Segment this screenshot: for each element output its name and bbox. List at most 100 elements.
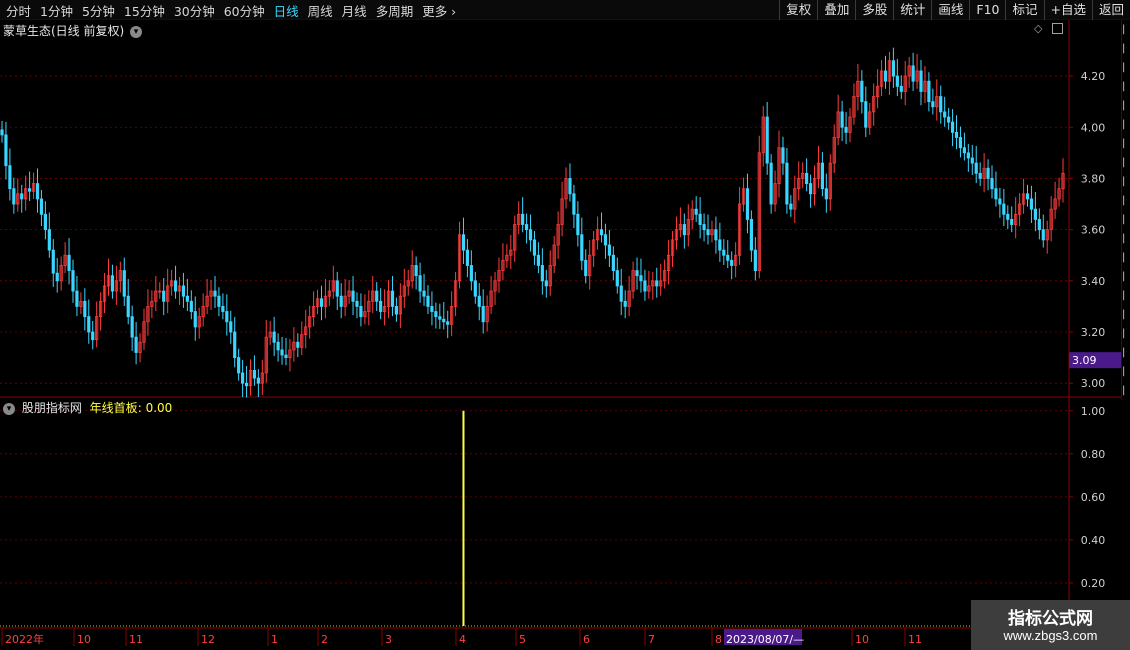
candle-body	[844, 126, 848, 133]
indicator-name: 年线首板	[89, 401, 138, 415]
current-price-label: 3.09	[1072, 354, 1097, 367]
candle-body	[28, 188, 32, 192]
candle-body	[966, 152, 970, 159]
candle-body	[20, 193, 24, 200]
period-tab-7[interactable]: 周线	[308, 1, 333, 20]
side-strip-glyph: |	[1122, 119, 1126, 130]
indicator-tick-label: 0.40	[1081, 534, 1106, 547]
candle-body	[12, 188, 16, 205]
period-tab-1[interactable]: 1分钟	[40, 1, 73, 20]
chevron-down-icon[interactable]: ▾	[3, 402, 15, 415]
candle-body	[233, 331, 237, 359]
side-strip-glyph: |	[1122, 24, 1126, 35]
candle-body	[351, 290, 355, 302]
candle-body	[962, 147, 966, 154]
candle-body	[422, 290, 426, 297]
candle-body	[442, 318, 446, 323]
candle-body	[1033, 208, 1037, 220]
candle-body	[986, 167, 990, 179]
candle-body	[891, 60, 895, 77]
side-info-strip: | | | | | | | | | | | | | | | | | | | |	[1121, 20, 1130, 400]
period-tab-6[interactable]: 日线	[274, 1, 299, 20]
candle-body	[765, 116, 769, 164]
candle-body	[521, 213, 525, 225]
candle-body	[970, 157, 974, 164]
candle-body	[130, 316, 134, 338]
chevron-down-icon[interactable]: ▾	[130, 25, 143, 38]
period-tab-5[interactable]: 60分钟	[224, 1, 265, 20]
candle-body	[698, 213, 702, 225]
candle-body	[473, 280, 477, 297]
period-tab-2[interactable]: 5分钟	[82, 1, 115, 20]
period-tab-8[interactable]: 月线	[342, 1, 367, 20]
tool-button-7[interactable]: +自选	[1043, 0, 1092, 20]
period-tab-0[interactable]: 分时	[6, 1, 31, 20]
tool-button-8[interactable]: 返回	[1091, 0, 1130, 20]
candle-body	[126, 295, 130, 318]
diamond-icon[interactable]: ◇	[1034, 22, 1042, 35]
candle-body	[623, 300, 627, 307]
candle-body	[434, 311, 438, 318]
period-tab-10[interactable]: 更多 ›	[422, 1, 456, 20]
stock-chart[interactable]: 4.20 4.00 3.80 3.60 3.40 3.20 3.00 3.09 1.00 0.80…	[0, 20, 1130, 650]
candle-body	[355, 300, 359, 307]
candle-body	[655, 280, 659, 287]
candle-body	[576, 213, 580, 236]
candle-body	[927, 80, 931, 103]
candle-body	[465, 249, 470, 266]
candle-body	[958, 137, 963, 149]
candle-body	[584, 259, 588, 277]
tool-button-3[interactable]: 统计	[893, 0, 931, 20]
time-tick-label: 11	[908, 633, 922, 646]
tool-button-1[interactable]: 叠加	[817, 0, 855, 20]
period-tab-3[interactable]: 15分钟	[124, 1, 165, 20]
candle-body	[71, 270, 75, 292]
candle-body	[217, 295, 221, 307]
candle-body	[414, 265, 418, 277]
candle-body	[446, 321, 450, 325]
time-tick-label: 8	[715, 633, 722, 646]
period-tabs: 分时 1分钟 5分钟 15分钟 30分钟 60分钟 日线 周线 月线 多周期 更多 ›	[0, 0, 459, 20]
candle-body	[528, 229, 533, 241]
window-toggle-icon[interactable]	[1051, 22, 1063, 34]
candle-body	[718, 239, 722, 251]
time-tick-label: 5	[519, 633, 526, 646]
candle-body	[694, 208, 698, 215]
candle-body	[753, 249, 757, 271]
candle-body	[899, 85, 903, 92]
tool-button-6[interactable]: 标记	[1005, 0, 1043, 20]
candle-body	[639, 275, 643, 282]
candle-body	[840, 111, 844, 128]
stock-title: 蒙草生态(日线 前复权)	[3, 24, 125, 38]
tool-button-2[interactable]: 多股	[855, 0, 893, 20]
price-tick-label: 3.80	[1081, 172, 1106, 185]
candle-body	[284, 354, 288, 359]
candle-body	[789, 203, 793, 210]
tool-button-0[interactable]: 复权	[779, 0, 817, 20]
candle-body	[122, 270, 126, 297]
candle-body	[4, 134, 8, 167]
candle-body	[394, 306, 399, 315]
candle-body	[603, 234, 608, 246]
candle-body	[1002, 203, 1006, 215]
candle-body	[808, 183, 813, 195]
indicator-source: 股朋指标网	[21, 401, 82, 415]
candle-body	[477, 295, 481, 307]
tool-button-5[interactable]: F10	[969, 0, 1005, 20]
time-tick-label: 10	[77, 633, 91, 646]
candle-body	[911, 65, 915, 82]
candle-body	[375, 290, 379, 302]
candle-body	[682, 224, 686, 236]
candle-body	[134, 336, 138, 353]
period-tab-4[interactable]: 30分钟	[174, 1, 215, 20]
side-strip-glyph: |	[1122, 271, 1126, 282]
candle-body	[181, 285, 186, 297]
candle-body	[225, 311, 229, 323]
time-tick-label: 4	[459, 633, 466, 646]
side-strip-glyph: |	[1122, 138, 1126, 149]
period-toolbar: 分时 1分钟 5分钟 15分钟 30分钟 60分钟 日线 周线 月线 多周期 更多 › 复权 叠加 多股…	[0, 0, 1130, 20]
side-strip-glyph: |	[1122, 214, 1126, 225]
tool-button-4[interactable]: 画线	[931, 0, 969, 20]
period-tab-9[interactable]: 多周期	[376, 1, 414, 20]
candle-body	[536, 254, 541, 266]
